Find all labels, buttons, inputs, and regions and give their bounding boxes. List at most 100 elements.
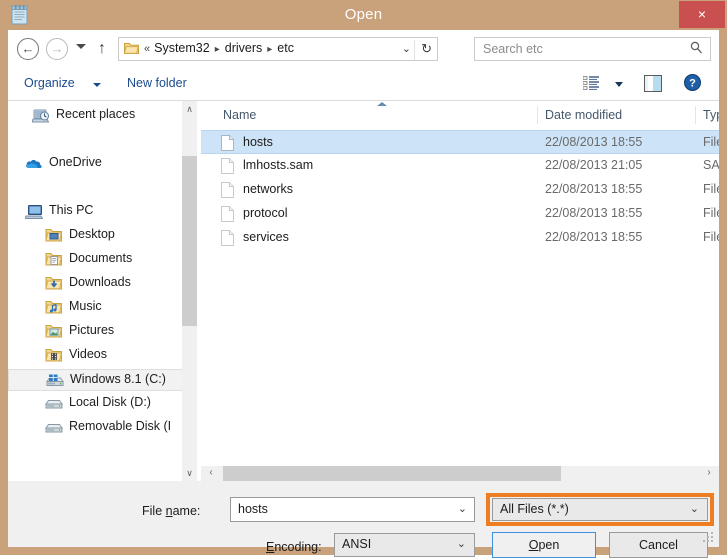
column-separator[interactable]: [695, 106, 696, 124]
file-name: lmhosts.sam: [243, 158, 314, 172]
file-type-dropdown[interactable]: All Files (*.*) ⌄: [492, 498, 708, 521]
table-row[interactable]: networks 22/08/2013 18:55 File: [201, 178, 719, 202]
sidebar-item-documents[interactable]: Documents: [8, 249, 183, 271]
table-row[interactable]: lmhosts.sam 22/08/2013 21:05 SAM: [201, 154, 719, 178]
sidebar-scrollbar-thumb[interactable]: [182, 156, 197, 326]
sidebar-scrollbar[interactable]: ∧ ∨: [182, 101, 197, 481]
chevron-down-icon[interactable]: ⌄: [690, 502, 699, 515]
chevron-down-icon[interactable]: [615, 82, 623, 87]
sidebar-item-label: Pictures: [69, 323, 115, 337]
table-row[interactable]: protocol 22/08/2013 18:55 File: [201, 202, 719, 226]
forward-button[interactable]: →: [46, 38, 68, 60]
file-type-value: All Files (*.*): [500, 502, 569, 516]
file-name-label-pre: File: [142, 504, 166, 518]
file-date-modified: 22/08/2013 18:55: [545, 206, 643, 220]
file-name-label-accesskey: n: [165, 504, 173, 518]
breadcrumb-overflow[interactable]: «: [144, 43, 154, 55]
onedrive-icon: [25, 155, 43, 172]
file-type: SAM: [703, 158, 719, 172]
sidebar-item-label: This PC: [49, 203, 94, 217]
chevron-down-icon[interactable]: ⌄: [402, 42, 411, 55]
svg-text:?: ?: [689, 78, 696, 90]
file-date-modified: 22/08/2013 18:55: [545, 230, 643, 244]
chevron-down-icon[interactable]: [93, 83, 101, 87]
column-header-date-modified[interactable]: Date modified: [545, 108, 622, 122]
breadcrumb-item-etc[interactable]: etc: [277, 41, 294, 55]
organize-button[interactable]: Organize: [24, 76, 75, 90]
sidebar-item-recent-places[interactable]: Recent places: [8, 105, 183, 127]
sidebar-item-label: Videos: [69, 347, 107, 361]
sidebar-item-videos[interactable]: Videos: [8, 345, 183, 367]
new-folder-button[interactable]: New folder: [127, 76, 187, 90]
refresh-icon[interactable]: ↻: [421, 41, 432, 57]
file-name-label: File name:: [142, 504, 200, 518]
file-type: File: [703, 182, 719, 196]
column-header-type[interactable]: Type: [703, 108, 719, 122]
recent-locations-dropdown-icon[interactable]: [76, 44, 86, 49]
sidebar-item-label: Downloads: [69, 275, 131, 289]
sidebar-item-this-pc[interactable]: This PC: [8, 201, 183, 223]
address-divider: [414, 40, 415, 60]
documents-folder-icon: [45, 251, 63, 268]
sidebar-item-local-disk-d[interactable]: Local Disk (D:): [8, 393, 183, 415]
column-separator[interactable]: [537, 106, 538, 124]
cancel-button[interactable]: Cancel: [609, 532, 708, 558]
folder-icon: [123, 42, 139, 55]
file-name: networks: [243, 182, 294, 196]
file-name: hosts: [243, 135, 273, 149]
scroll-down-arrow-icon[interactable]: ∨: [182, 465, 197, 481]
horizontal-scrollbar-thumb[interactable]: [223, 466, 561, 481]
scroll-left-arrow-icon[interactable]: ‹: [203, 466, 219, 481]
music-folder-icon: [45, 299, 63, 316]
sidebar-item-removable-disk[interactable]: Removable Disk (I: [8, 417, 183, 439]
sidebar-item-desktop[interactable]: Desktop: [8, 225, 183, 247]
address-bar[interactable]: «System32 ▸ drivers ▸ etc ⌄ ↻: [118, 37, 438, 61]
table-row[interactable]: services 22/08/2013 18:55 File: [201, 226, 719, 250]
preview-pane-icon[interactable]: [644, 75, 662, 92]
help-icon[interactable]: ?: [684, 74, 701, 91]
breadcrumb-item-drivers[interactable]: drivers: [225, 41, 263, 55]
sidebar-item-music[interactable]: Music: [8, 297, 183, 319]
open-button[interactable]: Open: [492, 532, 596, 558]
sidebar-item-label: Local Disk (D:): [69, 395, 151, 409]
breadcrumb-separator-icon[interactable]: ▸: [262, 44, 277, 55]
search-icon[interactable]: [690, 41, 703, 58]
window-title: Open: [344, 6, 383, 23]
sidebar-item-label: Removable Disk (I: [69, 419, 172, 433]
file-list-horizontal-scrollbar[interactable]: ‹ ›: [201, 466, 719, 481]
column-header-name[interactable]: Name: [223, 108, 256, 122]
file-name-input[interactable]: hosts ⌄: [230, 497, 475, 522]
sidebar-item-label: Desktop: [69, 227, 115, 241]
column-headers: Name Date modified Type: [201, 101, 719, 131]
file-type: File: [703, 135, 719, 149]
resize-grip[interactable]: [703, 532, 715, 544]
up-button[interactable]: ↑: [92, 39, 112, 59]
close-button[interactable]: ×: [679, 1, 725, 28]
table-row[interactable]: hosts 22/08/2013 18:55 File: [201, 130, 719, 154]
sidebar-item-pictures[interactable]: Pictures: [8, 321, 183, 343]
recent-places-icon: [31, 107, 50, 124]
chevron-down-icon[interactable]: ⌄: [458, 502, 467, 515]
sidebar-item-label: Recent places: [56, 107, 136, 121]
file-name: services: [243, 230, 289, 244]
file-name-label-post: ame:: [172, 504, 201, 518]
breadcrumb-separator-icon[interactable]: ▸: [210, 44, 225, 55]
breadcrumb[interactable]: «System32 ▸ drivers ▸ etc: [144, 41, 294, 55]
encoding-dropdown[interactable]: ANSI ⌄: [334, 533, 475, 557]
breadcrumb-item-system32[interactable]: System32: [154, 41, 210, 55]
sidebar-item-downloads[interactable]: Downloads: [8, 273, 183, 295]
encoding-label: Encoding:: [266, 540, 322, 554]
scroll-right-arrow-icon[interactable]: ›: [701, 466, 717, 481]
back-button[interactable]: ←: [17, 38, 39, 60]
dialog-bottom-panel: File name: hosts ⌄ All Files (*.*) ⌄ Enc…: [8, 481, 719, 558]
sidebar-item-windows-81-c[interactable]: Windows 8.1 (C:): [8, 369, 183, 391]
title-bar[interactable]: Open ×: [0, 0, 727, 30]
scroll-up-arrow-icon[interactable]: ∧: [182, 101, 197, 117]
search-input[interactable]: Search etc: [474, 37, 711, 61]
chevron-down-icon[interactable]: ⌄: [457, 537, 466, 550]
command-bar: Organize New folder ?: [8, 68, 719, 101]
sidebar-item-onedrive[interactable]: OneDrive: [8, 153, 183, 175]
videos-folder-icon: [45, 347, 63, 364]
file-name-value: hosts: [238, 502, 268, 516]
view-list-icon[interactable]: [582, 76, 600, 91]
